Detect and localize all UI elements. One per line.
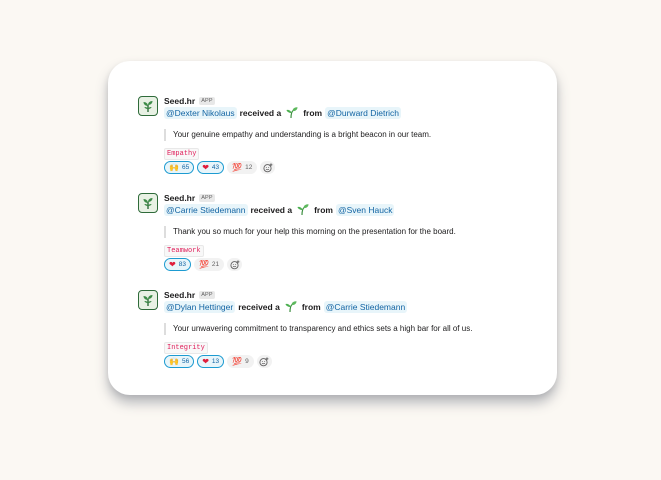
hundred-icon: 💯	[232, 356, 243, 366]
heart-icon: ❤	[202, 356, 209, 366]
value-tag: Teamwork	[164, 245, 204, 257]
message-header: Seed.hr APP	[164, 96, 215, 106]
reaction-count: 65	[181, 164, 190, 171]
value-tag: Empathy	[164, 148, 200, 160]
heart-icon: ❤	[169, 259, 176, 269]
add-reaction-button[interactable]	[260, 161, 276, 174]
from-text: from	[301, 302, 321, 312]
reaction-raised-hands[interactable]: 🙌 56	[164, 355, 195, 368]
add-reaction-button[interactable]	[227, 258, 243, 271]
message-card: Seed.hr APP @Dexter Nikolaus received a …	[108, 61, 557, 395]
reaction-hundred[interactable]: 💯 12	[227, 161, 258, 174]
sender-mention[interactable]: @Sven Hauck	[335, 204, 395, 216]
recipient-mention[interactable]: @Dexter Nikolaus	[164, 107, 237, 119]
reaction-heart[interactable]: ❤ 43	[197, 161, 225, 174]
reaction-raised-hands[interactable]: 🙌 65	[164, 161, 195, 174]
reaction-count: 56	[181, 358, 190, 365]
sprout-emoji-icon	[286, 106, 298, 120]
received-text: received a	[238, 302, 280, 312]
recipient-mention[interactable]: @Dylan Hettinger	[164, 301, 236, 313]
received-text: received a	[250, 205, 293, 215]
message-line: @Dylan Hettinger received a from @Carrie…	[164, 300, 408, 314]
reactions-bar: 🙌 56 ❤ 13 💯 9	[164, 355, 272, 368]
reaction-count: 9	[245, 358, 249, 365]
from-text: from	[303, 108, 323, 118]
raised-hands-icon: 🙌	[169, 356, 179, 366]
reaction-count: 43	[211, 164, 220, 171]
add-emoji-icon	[230, 259, 240, 269]
sprout-emoji-icon	[297, 203, 309, 217]
message-line: @Carrie Stiedemann received a from @Sven…	[164, 203, 395, 217]
kudos-quote: Your genuine empathy and understanding i…	[164, 129, 431, 141]
hundred-icon: 💯	[232, 162, 243, 172]
kudos-quote: Thank you so much for your help this mor…	[164, 226, 456, 238]
reaction-heart[interactable]: ❤ 13	[197, 355, 225, 368]
add-reaction-button[interactable]	[256, 355, 272, 368]
recipient-mention[interactable]: @Carrie Stiedemann	[164, 204, 248, 216]
app-badge: APP	[199, 194, 215, 202]
app-badge: APP	[199, 291, 215, 299]
heart-icon: ❤	[202, 162, 209, 172]
reaction-count: 21	[211, 261, 220, 268]
reaction-count: 12	[245, 164, 253, 171]
reactions-bar: 🙌 65 ❤ 43 💯 12	[164, 161, 276, 174]
seed-hr-avatar[interactable]	[138, 96, 158, 116]
seedling-icon	[143, 101, 153, 112]
app-name[interactable]: Seed.hr	[164, 96, 195, 106]
reaction-heart[interactable]: ❤ 83	[164, 258, 191, 271]
sprout-emoji-icon	[285, 300, 297, 314]
seedling-icon	[143, 295, 153, 306]
value-tag: Integrity	[164, 342, 208, 354]
received-text: received a	[239, 108, 282, 118]
raised-hands-icon: 🙌	[169, 162, 179, 172]
seed-hr-avatar[interactable]	[138, 193, 158, 213]
app-badge: APP	[199, 97, 215, 105]
reaction-hundred[interactable]: 💯 21	[193, 258, 225, 271]
reactions-bar: ❤ 83 💯 21	[164, 258, 243, 271]
from-text: from	[314, 205, 333, 215]
reaction-count: 13	[211, 358, 220, 365]
seedling-icon	[143, 198, 153, 209]
sender-mention[interactable]: @Carrie Stiedemann	[323, 301, 408, 313]
add-emoji-icon	[263, 162, 273, 172]
add-emoji-icon	[259, 356, 269, 366]
kudos-quote: Your unwavering commitment to transparen…	[164, 323, 472, 335]
hundred-icon: 💯	[198, 259, 209, 269]
app-name[interactable]: Seed.hr	[164, 193, 195, 203]
reaction-count: 83	[178, 261, 186, 268]
sender-mention[interactable]: @Durward Dietrich	[325, 107, 402, 119]
message-header: Seed.hr APP	[164, 193, 215, 203]
message-header: Seed.hr APP	[164, 290, 215, 300]
app-name[interactable]: Seed.hr	[164, 290, 195, 300]
message-line: @Dexter Nikolaus received a from @Durwar…	[164, 106, 402, 120]
reaction-hundred[interactable]: 💯 9	[227, 355, 254, 368]
seed-hr-avatar[interactable]	[138, 290, 158, 310]
